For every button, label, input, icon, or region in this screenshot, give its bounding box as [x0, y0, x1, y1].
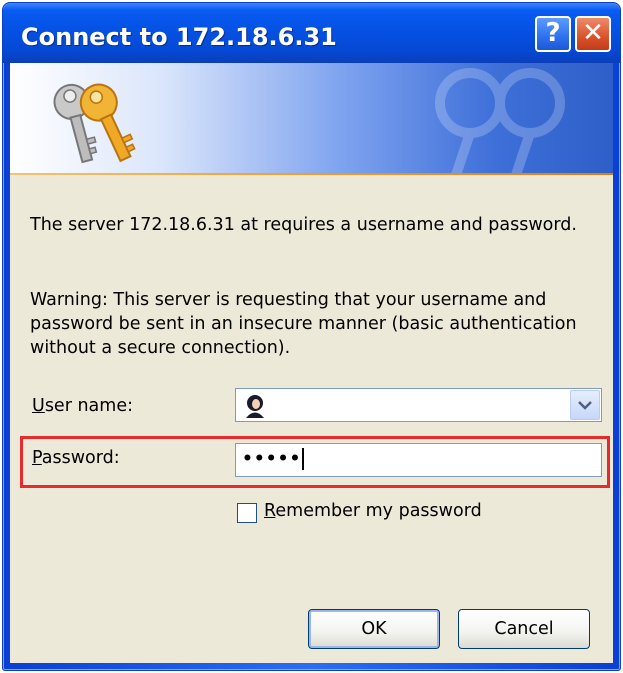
password-label: Password:	[32, 448, 120, 468]
keys-icon	[53, 83, 136, 164]
header-banner	[10, 63, 613, 175]
remember-password-label[interactable]: Remember my password	[264, 501, 482, 521]
password-input[interactable]: •••••	[235, 443, 602, 477]
keys-watermark-icon	[435, 68, 565, 175]
username-label: User name:	[32, 396, 133, 416]
server-message: The server 172.18.6.31 at requires a use…	[30, 215, 577, 235]
warning-message: Warning: This server is requesting that …	[30, 290, 577, 358]
close-button[interactable]: ✕	[575, 16, 611, 52]
text-caret	[302, 448, 305, 470]
dialog-title: Connect to 172.18.6.31	[21, 23, 337, 51]
username-combobox[interactable]	[235, 388, 602, 422]
password-value: •••••	[242, 449, 302, 469]
login-dialog: Connect to 172.18.6.31 ? ✕ The server 17…	[2, 2, 621, 671]
dialog-body: The server 172.18.6.31 at requires a use…	[10, 63, 613, 663]
username-dropdown-button[interactable]	[570, 390, 600, 420]
cancel-button[interactable]: Cancel	[458, 609, 590, 649]
chevron-down-icon	[578, 401, 592, 410]
title-bar[interactable]: Connect to 172.18.6.31 ? ✕	[3, 3, 620, 63]
banner-divider	[10, 173, 613, 175]
remember-password-checkbox[interactable]	[237, 503, 257, 523]
user-icon	[246, 395, 264, 418]
help-button[interactable]: ?	[535, 16, 571, 52]
ok-button[interactable]: OK	[308, 609, 440, 649]
